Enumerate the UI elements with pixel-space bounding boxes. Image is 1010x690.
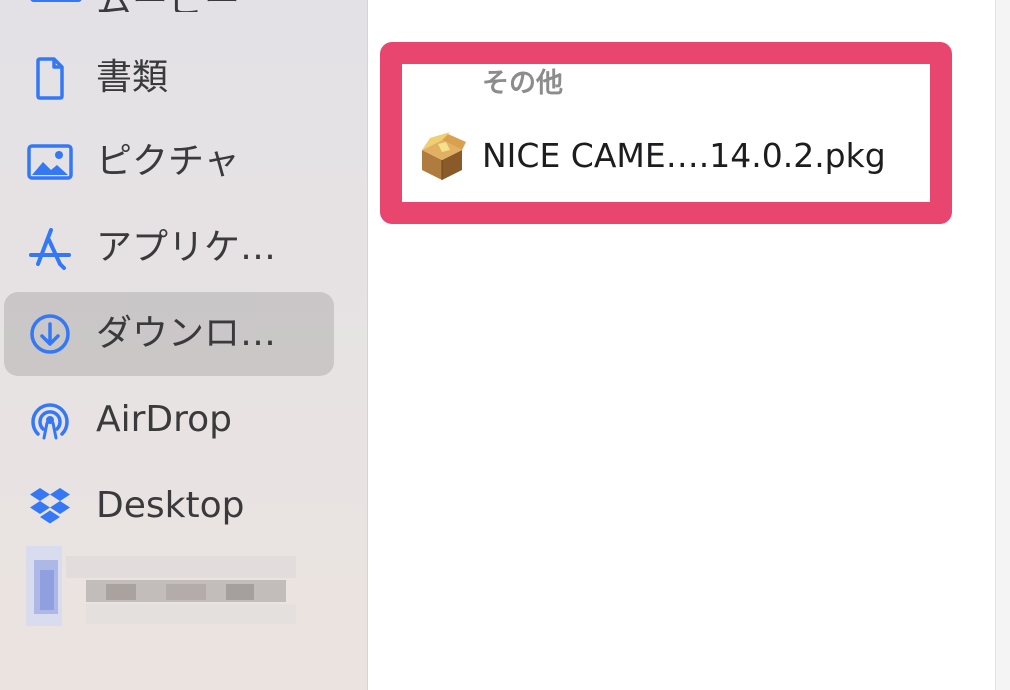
- sidebar-item-desktop[interactable]: Desktop: [4, 464, 334, 548]
- file-row[interactable]: NICE CAME….14.0.2.pkg: [410, 128, 930, 186]
- sidebar-item-label: アプリケ…: [96, 227, 277, 268]
- sidebar-item-label: 書類: [96, 57, 169, 98]
- section-header-other: その他: [482, 68, 563, 99]
- document-icon: [26, 56, 74, 100]
- app-store-icon: [26, 226, 74, 270]
- sidebar-item-label: Desktop: [96, 485, 245, 526]
- sidebar-item-downloads[interactable]: ダウンロ…: [4, 292, 334, 376]
- sidebar-item-label: ピクチャ: [96, 141, 240, 182]
- file-name: NICE CAME….14.0.2.pkg: [482, 136, 886, 175]
- sidebar-item-applications[interactable]: アプリケ…: [4, 206, 334, 290]
- package-icon: [416, 132, 468, 182]
- sidebar-item-documents[interactable]: 書類: [4, 36, 334, 120]
- sidebar-item-label: ダウンロ…: [96, 313, 277, 354]
- sidebar-item-redacted[interactable]: [26, 546, 306, 626]
- download-circle-icon: [26, 312, 74, 356]
- pane-divider[interactable]: [995, 0, 1010, 690]
- finder-sidebar: ムービー 書類 ピクチャ: [0, 0, 368, 690]
- sidebar-item-label: AirDrop: [96, 399, 233, 440]
- photo-icon: [26, 140, 74, 184]
- dropbox-icon: [26, 484, 74, 528]
- sidebar-item-pictures[interactable]: ピクチャ: [4, 120, 334, 204]
- sidebar-item-movies[interactable]: ムービー: [26, 0, 326, 12]
- film-icon: [30, 0, 82, 2]
- airdrop-icon: [26, 398, 74, 442]
- sidebar-item-label: ムービー: [96, 0, 240, 12]
- sidebar-item-airdrop[interactable]: AirDrop: [4, 378, 334, 462]
